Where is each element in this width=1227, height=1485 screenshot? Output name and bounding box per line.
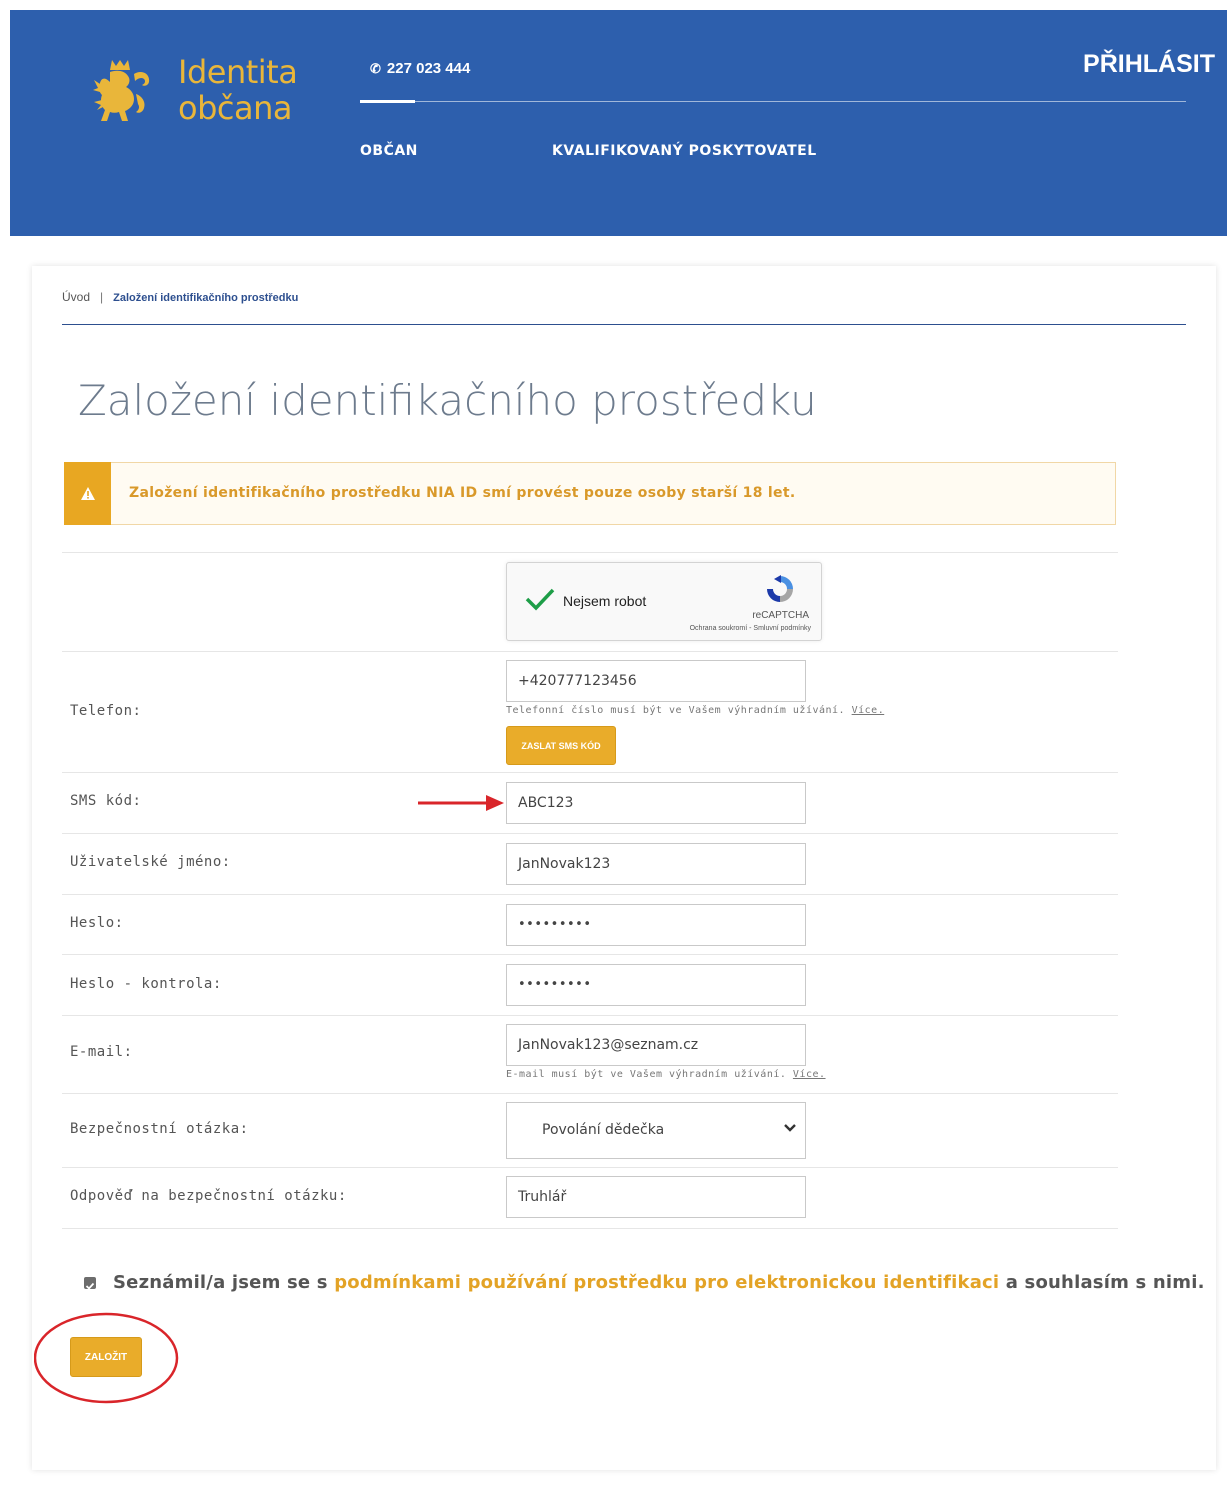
alert-icon-box — [64, 462, 111, 525]
age-warning-alert: Založení identifikačního prostředku NIA … — [64, 462, 1116, 525]
captcha-label: Nejsem robot — [563, 593, 647, 609]
breadcrumb-separator: | — [100, 290, 104, 304]
row-divider — [62, 1015, 1118, 1016]
captcha-links[interactable]: Ochrana soukromí - Smluvní podmínky — [690, 625, 811, 632]
content-card: Úvod | Založení identifikačního prostředku… — [32, 266, 1216, 1470]
row-divider — [62, 1228, 1118, 1229]
sms-code-input[interactable]: ABC123 — [506, 782, 806, 824]
annotation-circle-icon — [34, 1312, 179, 1404]
row-divider — [62, 552, 1118, 553]
phone-input[interactable]: +420777123456 — [506, 660, 806, 702]
terms-suffix: a souhlasím s nimi. — [999, 1272, 1205, 1293]
security-answer-label: Odpověď na bezpečnostní otázku: — [70, 1188, 347, 1204]
security-answer-input[interactable]: Truhlář — [506, 1176, 806, 1218]
phone-hint-more-link[interactable]: Více. — [852, 705, 885, 716]
email-label: E-mail: — [70, 1044, 133, 1060]
nav-active-indicator — [360, 100, 415, 103]
email-hint: E-mail musí být ve Vašem výhradním užívá… — [506, 1069, 826, 1080]
row-divider — [62, 1167, 1118, 1168]
page-title: Založení identifikačního prostředku — [78, 376, 817, 425]
password-input[interactable]: ••••••••• — [506, 904, 806, 946]
brand-name[interactable]: Identita občana — [178, 53, 298, 127]
breadcrumb-home[interactable]: Úvod — [62, 290, 90, 304]
row-divider — [62, 772, 1118, 773]
nav-divider — [360, 101, 1186, 102]
site-header: Identita občana ✆ 227 023 444 PŘIHLÁSIT O… — [10, 10, 1227, 236]
row-divider — [62, 894, 1118, 895]
warning-icon — [80, 487, 95, 500]
row-divider — [62, 954, 1118, 955]
password-check-input[interactable]: ••••••••• — [506, 964, 806, 1006]
phone-hint-text: Telefonní číslo musí být ve Vašem výhrad… — [506, 705, 846, 716]
phone-hint: Telefonní číslo musí být ve Vašem výhrad… — [506, 705, 884, 716]
send-sms-code-button[interactable]: ZASLAT SMS KÓD — [506, 726, 616, 765]
alert-text: Založení identifikačního prostředku NIA … — [129, 485, 796, 501]
nav-item-kvalifikovany-poskytovatel[interactable]: KVALIFIKOVANÝ POSKYTOVATEL — [552, 143, 817, 159]
security-question-select[interactable]: Povolání dědečka — [506, 1102, 806, 1159]
chevron-down-icon — [784, 1124, 796, 1132]
password-label: Heslo: — [70, 915, 124, 931]
login-button[interactable]: PŘIHLÁSIT — [1083, 50, 1215, 79]
terms-prefix: Seznámil/a jsem se s — [113, 1272, 335, 1293]
annotation-arrow-icon — [418, 795, 504, 811]
email-hint-more-link[interactable]: Více. — [793, 1069, 826, 1080]
checkmark-icon[interactable] — [525, 587, 555, 611]
email-input[interactable]: JanNovak123@seznam.cz — [506, 1024, 806, 1066]
terms-agreement-text: Seznámil/a jsem se s podmínkami používán… — [113, 1272, 1205, 1293]
terms-link[interactable]: podmínkami používání prostředku pro elek… — [334, 1272, 999, 1293]
breadcrumb-divider — [62, 324, 1186, 325]
breadcrumb: Úvod | Založení identifikačního prostředku — [62, 290, 298, 304]
row-divider — [62, 833, 1118, 834]
phone-label: Telefon: — [70, 703, 142, 719]
username-input[interactable]: JanNovak123 — [506, 843, 806, 885]
row-divider — [62, 1093, 1118, 1094]
captcha-brand: reCAPTCHA — [752, 610, 809, 621]
security-question-label: Bezpečnostní otázka: — [70, 1121, 249, 1137]
security-question-value: Povolání dědečka — [542, 1122, 665, 1138]
recaptcha-logo-icon — [767, 575, 793, 602]
recaptcha-widget[interactable]: Nejsem robot reCAPTCHA Ochrana soukromí … — [506, 562, 822, 641]
brand-line-1: Identita — [178, 53, 298, 91]
email-hint-text: E-mail musí být ve Vašem výhradním užívá… — [506, 1069, 787, 1080]
terms-checkbox[interactable] — [84, 1277, 96, 1290]
phone-number[interactable]: ✆ 227 023 444 — [370, 60, 470, 77]
row-divider — [62, 651, 1118, 652]
phone-number-text: 227 023 444 — [386, 60, 471, 77]
password-check-label: Heslo - kontrola: — [70, 976, 222, 992]
sms-code-label: SMS kód: — [70, 793, 142, 809]
lion-logo-icon[interactable] — [92, 54, 156, 132]
breadcrumb-current: Založení identifikačního prostředku — [113, 292, 299, 304]
phone-icon: ✆ — [370, 61, 381, 76]
brand-line-2: občana — [178, 89, 292, 127]
nav-item-obcan[interactable]: OBČAN — [360, 143, 418, 159]
check-icon — [85, 1282, 95, 1290]
username-label: Uživatelské jméno: — [70, 854, 231, 870]
